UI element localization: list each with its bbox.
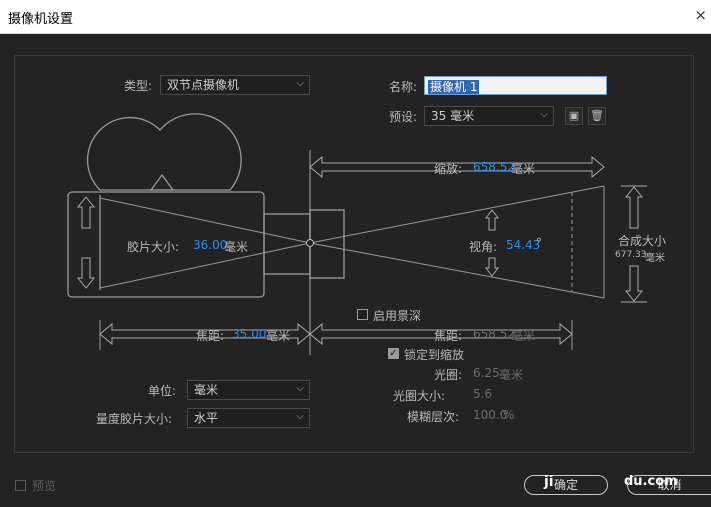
view-angle-unit: °: [536, 236, 542, 250]
film-size-value[interactable]: 36.00: [193, 238, 227, 252]
depth-of-field-checkbox[interactable]: [357, 309, 368, 320]
chevron-down-icon: ⌵: [296, 383, 304, 394]
name-value: 摄像机 1: [428, 80, 480, 94]
focal-length-unit: 毫米: [266, 329, 291, 343]
ok-button[interactable]: 确定: [524, 475, 608, 495]
zoom-value[interactable]: 658.52: [473, 160, 515, 174]
measure-film-value: 水平: [194, 411, 219, 425]
measure-film-label: 量度胶片大小:: [96, 412, 173, 426]
preset-label: 预设:: [389, 110, 418, 124]
preset-value: 35 毫米: [431, 109, 475, 123]
units-label: 单位:: [148, 384, 177, 398]
chevron-down-icon: ⌵: [296, 78, 304, 89]
lock-to-zoom-checkbox[interactable]: ✓: [388, 348, 399, 359]
focal-length-label: 焦距:: [196, 329, 225, 343]
type-select[interactable]: 双节点摄像机 ⌵: [160, 75, 310, 95]
zoom-label: 缩放:: [434, 162, 463, 176]
save-preset-icon[interactable]: ▣: [565, 107, 583, 125]
type-label: 类型:: [124, 79, 153, 93]
units-select[interactable]: 毫米 ⌵: [187, 380, 310, 400]
blur-level-label: 模糊层次:: [407, 410, 460, 424]
lock-to-zoom-label: 锁定到缩放: [404, 348, 465, 362]
preview-checkbox[interactable]: [15, 480, 26, 491]
blur-level-unit: %: [503, 408, 515, 422]
aperture-value: 6.25: [473, 366, 500, 380]
comp-size-value: 677.33: [615, 250, 647, 260]
watermark-left: ji: [544, 474, 554, 490]
f-stop-value: 5.6: [473, 387, 493, 401]
focus-distance-value: 658.52: [473, 327, 515, 341]
aperture-label: 光圈:: [434, 368, 463, 382]
comp-size-label: 合成大小: [618, 234, 667, 248]
comp-size-unit: 毫米: [645, 253, 665, 264]
chevron-down-icon: ⌵: [540, 109, 548, 120]
name-input[interactable]: 摄像机 1: [424, 76, 607, 95]
preview-label: 预览: [32, 479, 57, 493]
focal-length-value[interactable]: 35.00: [232, 327, 266, 341]
nodal-point: [306, 239, 314, 247]
trash-icon[interactable]: 🗑: [588, 107, 606, 125]
focus-distance-label: 焦距:: [434, 329, 463, 343]
aperture-unit: 毫米: [499, 368, 524, 382]
triangle-marker: [149, 173, 175, 191]
film-size-unit: 毫米: [224, 240, 249, 254]
chevron-down-icon: ⌵: [296, 411, 304, 422]
zoom-unit: 毫米: [511, 162, 536, 176]
film-size-label: 胶片大小:: [127, 240, 180, 254]
measure-film-select[interactable]: 水平 ⌵: [187, 408, 310, 428]
type-value: 双节点摄像机: [167, 78, 240, 92]
depth-of-field-label: 启用景深: [373, 309, 422, 323]
ok-button-label: 确定: [553, 478, 578, 492]
f-stop-label: 光圈大小:: [393, 389, 446, 403]
name-label: 名称:: [389, 80, 418, 94]
view-angle-label: 视角:: [469, 240, 498, 254]
focus-distance-unit: 毫米: [511, 329, 536, 343]
preset-select[interactable]: 35 毫米 ⌵: [424, 106, 554, 126]
watermark-right: du.com: [624, 474, 678, 489]
units-value: 毫米: [194, 383, 219, 397]
